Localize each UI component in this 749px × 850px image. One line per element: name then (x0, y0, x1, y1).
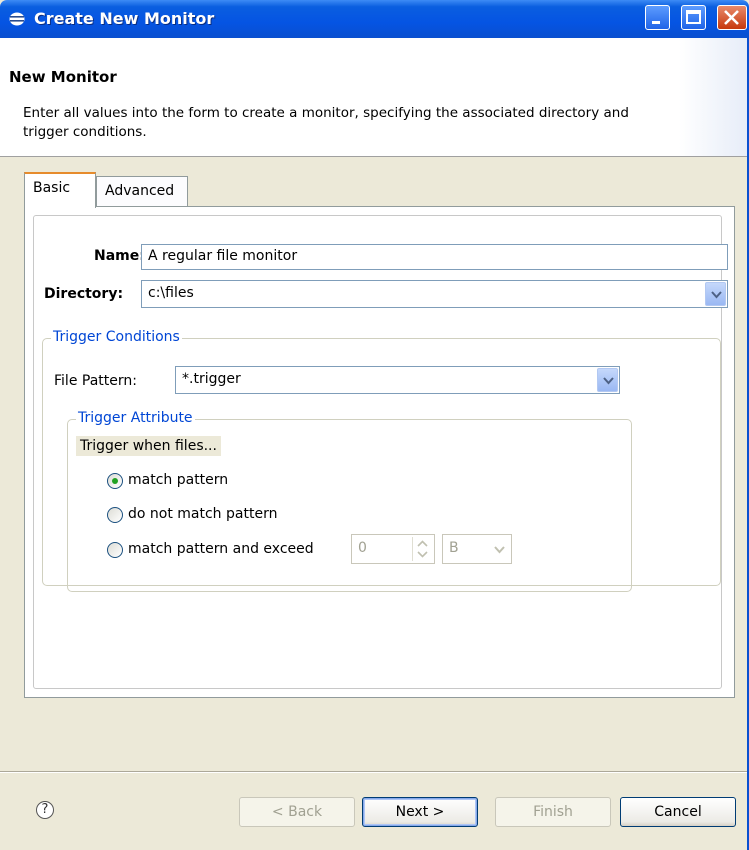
name-label: Name: (94, 248, 145, 264)
back-button[interactable]: < Back (239, 797, 355, 827)
radio-selected-dot (112, 478, 118, 484)
chevron-down-icon (603, 377, 614, 385)
directory-combo[interactable]: c:\files (141, 280, 728, 308)
radio-button[interactable] (107, 473, 123, 489)
size-value: 0 (358, 540, 367, 556)
page-title: New Monitor (9, 68, 117, 86)
tab-basic[interactable]: Basic (24, 172, 96, 208)
trigger-attribute-title: Trigger Attribute (76, 410, 195, 426)
file-pattern-value: *.trigger (182, 371, 241, 387)
close-button[interactable] (717, 5, 747, 30)
spinner-buttons[interactable] (412, 537, 432, 561)
finish-button[interactable]: Finish (495, 797, 611, 827)
back-button-label: < Back (271, 804, 323, 820)
tab-basic-label: Basic (33, 180, 71, 196)
chevron-down-icon (711, 291, 722, 299)
tab-panel-basic: Name: A regular file monitor Directory: … (24, 206, 735, 698)
eclipse-icon (9, 12, 25, 26)
spinner-arrows-icon (417, 540, 428, 558)
radio-label: match pattern (128, 472, 229, 488)
radio-button[interactable] (107, 507, 123, 523)
directory-dropdown-button[interactable] (705, 282, 726, 306)
window-title: Create New Monitor (34, 9, 215, 28)
help-icon[interactable]: ? (36, 801, 54, 819)
create-monitor-dialog: Create New Monitor New Monitor Enter all… (0, 0, 749, 850)
file-pattern-dropdown-button[interactable] (597, 368, 618, 392)
close-icon (724, 10, 739, 25)
file-pattern-label: File Pattern: (54, 373, 137, 389)
form-container: Name: A regular file monitor Directory: … (33, 215, 728, 689)
tab-advanced[interactable]: Advanced (96, 176, 188, 206)
directory-label: Directory: (44, 286, 124, 302)
name-input[interactable]: A regular file monitor (141, 244, 728, 270)
title-bar[interactable]: Create New Monitor (0, 0, 749, 38)
finish-button-label: Finish (533, 804, 573, 820)
tab-folder: Basic Advanced Name: A regular file moni… (24, 172, 735, 698)
page-description: Enter all values into the form to create… (23, 105, 629, 140)
tab-advanced-label: Advanced (105, 183, 175, 199)
directory-value: c:\files (148, 285, 194, 301)
maximize-icon (686, 10, 701, 24)
size-unit-combo[interactable]: B (442, 534, 512, 564)
wizard-header: New Monitor Enter all values into the fo… (0, 38, 749, 157)
trigger-when-label: Trigger when files... (76, 436, 221, 456)
maximize-button[interactable] (681, 5, 706, 30)
trigger-conditions-group: Trigger Conditions File Pattern: *.trigg… (42, 329, 721, 592)
size-spinner[interactable]: 0 (351, 534, 435, 564)
size-unit-value: B (449, 540, 459, 556)
trigger-conditions-title: Trigger Conditions (51, 329, 182, 345)
button-bar-separator (0, 771, 749, 773)
radio-label: match pattern and exceed (128, 541, 314, 557)
cancel-button-label: Cancel (654, 804, 702, 820)
trigger-attribute-group: Trigger Attribute Trigger when files... … (67, 410, 632, 592)
cancel-button[interactable]: Cancel (620, 797, 736, 827)
file-pattern-combo[interactable]: *.trigger (175, 366, 620, 394)
radio-label: do not match pattern (128, 506, 278, 522)
chevron-down-icon (494, 546, 505, 554)
next-button[interactable]: Next > (362, 797, 478, 827)
minimize-button[interactable] (645, 5, 670, 30)
minimize-icon (652, 21, 660, 24)
next-button-label: Next > (395, 804, 445, 820)
radio-button[interactable] (107, 542, 123, 558)
header-banner-image (679, 38, 749, 156)
